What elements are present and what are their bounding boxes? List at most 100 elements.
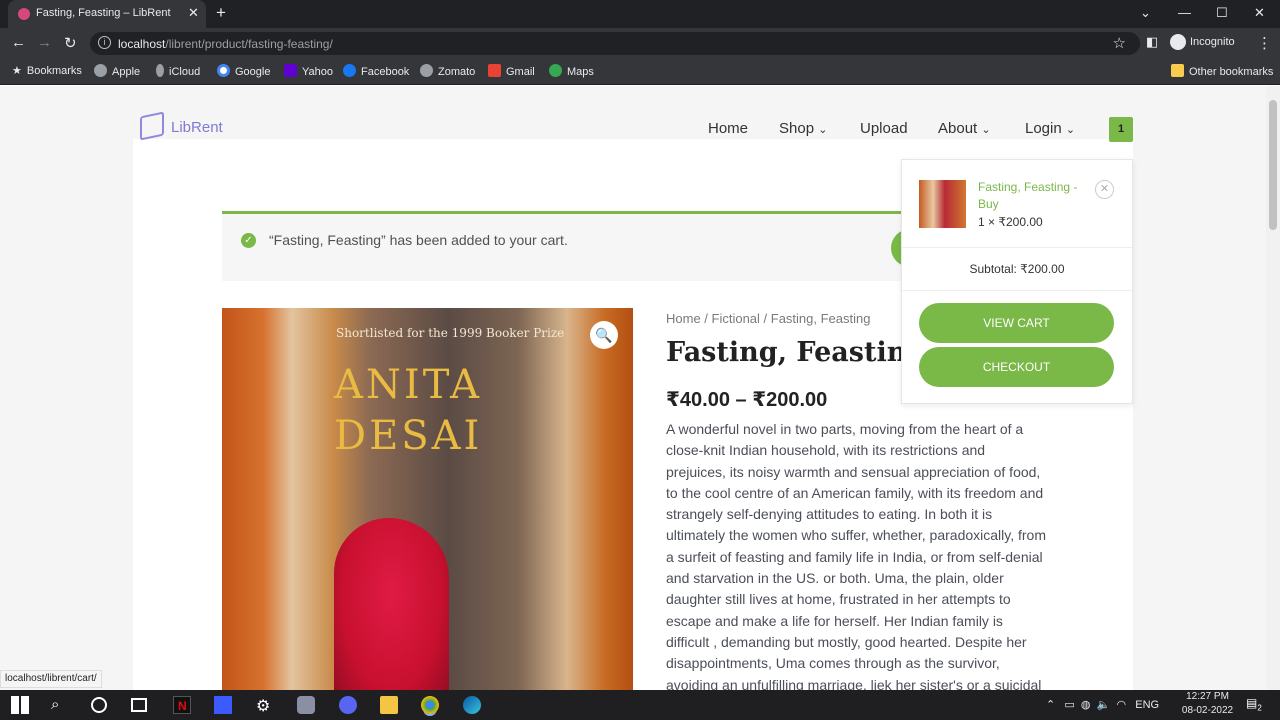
cover-figure <box>334 518 449 690</box>
incognito-icon <box>1170 34 1186 50</box>
language-indicator[interactable]: ENG <box>1135 699 1159 711</box>
scrollbar-thumb[interactable] <box>1269 100 1277 230</box>
google-icon <box>217 64 230 77</box>
apple-icon <box>156 64 164 77</box>
battery-icon[interactable]: ▭ <box>1064 699 1074 711</box>
breadcrumb[interactable]: Home / Fictional / Fasting, Feasting <box>666 311 870 326</box>
app-icon[interactable] <box>214 696 232 714</box>
cortana-icon[interactable] <box>91 697 107 713</box>
bookmark-zomato[interactable]: Zomato <box>420 64 475 78</box>
remove-item-icon[interactable]: ✕ <box>1095 180 1114 199</box>
bookmark-facebook[interactable]: Facebook <box>343 64 409 78</box>
gmail-icon <box>488 64 501 77</box>
chevron-down-icon: ⌄ <box>1065 124 1076 136</box>
mini-cart-item-name[interactable]: Fasting, Feasting - Buy <box>978 179 1088 213</box>
bookmark-bookmarks[interactable]: ★ Bookmarks <box>12 64 82 77</box>
info-icon[interactable]: i <box>98 36 111 49</box>
mini-cart-thumbnail[interactable] <box>919 180 966 228</box>
new-tab-icon[interactable]: + <box>216 3 226 23</box>
chevron-up-icon[interactable]: ⌃ <box>1046 699 1055 711</box>
system-tray[interactable]: ⌃ ▭ ◍ 🔈 ◠ ENG <box>1046 698 1159 711</box>
notification-center-icon[interactable]: ▤2 <box>1246 696 1262 714</box>
facebook-icon <box>343 64 356 77</box>
globe-icon <box>420 64 433 77</box>
cover-author: ANITA DESAI <box>334 362 483 459</box>
network-icon[interactable]: ◍ <box>1081 699 1091 711</box>
divider <box>902 290 1132 291</box>
close-tab-icon[interactable]: ✕ <box>188 5 199 21</box>
cart-button[interactable]: 1 <box>1109 117 1133 142</box>
mini-cart-subtotal: Subtotal: ₹200.00 <box>969 262 1065 276</box>
wifi-icon[interactable]: ◠ <box>1116 699 1126 711</box>
globe-icon <box>94 64 107 77</box>
bookmark-gmail[interactable]: Gmail <box>488 64 535 78</box>
mini-cart-dropdown: Fasting, Feasting - Buy 1 × ₹200.00 ✕ Su… <box>901 159 1133 404</box>
divider <box>902 247 1132 248</box>
search-icon[interactable]: ⌕ <box>51 696 59 714</box>
chrome-icon[interactable] <box>421 696 439 714</box>
bookmark-star-icon[interactable]: ☆ <box>1113 34 1126 52</box>
forward-icon[interactable]: → <box>37 34 52 51</box>
added-to-cart-notice: ✓ “Fasting, Feasting” has been added to … <box>222 211 912 281</box>
mini-cart-item-qty: 1 × ₹200.00 <box>978 215 1043 229</box>
product-description: A wonderful novel in two parts, moving f… <box>666 421 1046 690</box>
bookmark-apple[interactable]: Apple <box>94 64 140 78</box>
link-status-bar: localhost/librent/cart/ <box>0 670 102 688</box>
reload-icon[interactable]: ↻ <box>64 34 77 52</box>
view-cart-button[interactable]: VIEW CART <box>919 303 1114 343</box>
product-title: Fasting, Feasting <box>666 337 926 368</box>
web-page: LibRent Home Shop ⌄ Upload About ⌄ Login… <box>0 86 1266 690</box>
hexagon-app-icon[interactable] <box>297 696 315 714</box>
address-bar[interactable]: i localhost/librent/product/fasting-feas… <box>90 32 1140 55</box>
browser-tab[interactable]: Fasting, Feasting – LibRent ✕ <box>8 0 206 28</box>
maps-icon <box>549 64 562 77</box>
incognito-indicator[interactable]: Incognito <box>1170 34 1235 50</box>
url-text: localhost/librent/product/fasting-feasti… <box>118 37 333 51</box>
nav-upload[interactable]: Upload <box>860 120 908 137</box>
nav-shop[interactable]: Shop ⌄ <box>779 120 827 137</box>
cube-logo-icon <box>140 111 164 141</box>
windows-taskbar: ⌕ N ⚙ ⌃ ▭ ◍ 🔈 ◠ ENG 12:27 PM 08-02-2022 ▤… <box>0 690 1280 720</box>
bookmark-maps[interactable]: Maps <box>549 64 594 78</box>
browser-toolbar: ← → ↻ i localhost/librent/product/fastin… <box>0 28 1280 59</box>
task-view-icon[interactable] <box>131 698 147 712</box>
nav-home[interactable]: Home <box>708 120 748 137</box>
site-favicon-icon <box>18 8 30 20</box>
menu-icon[interactable]: ⋮ <box>1257 34 1272 52</box>
folder-icon <box>1171 64 1184 77</box>
zoom-magnifier-icon[interactable]: 🔍 <box>590 321 618 349</box>
notice-message: “Fasting, Feasting” has been added to yo… <box>269 232 568 248</box>
chevron-down-icon: ⌄ <box>981 124 991 136</box>
bookmark-icloud[interactable]: iCloud <box>156 64 200 78</box>
bookmarks-bar: ★ Bookmarks Apple iCloud Google Yahoo Fac… <box>0 59 1280 85</box>
side-panel-icon[interactable]: ◧ <box>1146 34 1158 50</box>
nav-login[interactable]: Login ⌄ <box>1025 120 1075 137</box>
check-circle-icon: ✓ <box>241 233 256 248</box>
page-scrollbar[interactable] <box>1266 86 1280 690</box>
maximize-icon[interactable]: ☐ <box>1216 5 1228 21</box>
clock[interactable]: 12:27 PM 08-02-2022 <box>1180 690 1235 718</box>
netflix-icon[interactable]: N <box>173 696 191 714</box>
product-cover-image[interactable]: Shortlisted for the 1999 Booker Prize AN… <box>222 308 633 690</box>
tab-strip: Fasting, Feasting – LibRent ✕ + ⌄ — ☐ ✕ <box>0 0 1280 28</box>
nav-about[interactable]: About ⌄ <box>938 120 991 137</box>
minimize-icon[interactable]: — <box>1178 5 1191 20</box>
close-window-icon[interactable]: ✕ <box>1254 5 1265 21</box>
bookmark-yahoo[interactable]: Yahoo <box>284 64 333 78</box>
windows-start-icon[interactable] <box>11 696 29 714</box>
file-explorer-icon[interactable] <box>380 696 398 714</box>
bookmark-google[interactable]: Google <box>217 64 270 78</box>
tab-title: Fasting, Feasting – LibRent <box>36 7 171 19</box>
back-icon[interactable]: ← <box>11 34 26 51</box>
product-price: ₹40.00 – ₹200.00 <box>666 389 828 411</box>
chevron-down-icon: ⌄ <box>818 124 828 136</box>
chevron-down-icon[interactable]: ⌄ <box>1140 5 1151 21</box>
cover-shortlist-text: Shortlisted for the 1999 Booker Prize <box>336 326 565 340</box>
discord-icon[interactable] <box>339 696 357 714</box>
checkout-button[interactable]: CHECKOUT <box>919 347 1114 387</box>
settings-gear-icon[interactable]: ⚙ <box>256 696 270 715</box>
other-bookmarks[interactable]: Other bookmarks <box>1171 64 1273 78</box>
volume-icon[interactable]: 🔈 <box>1097 699 1111 711</box>
yahoo-icon <box>284 64 297 77</box>
edge-icon[interactable] <box>463 696 481 714</box>
